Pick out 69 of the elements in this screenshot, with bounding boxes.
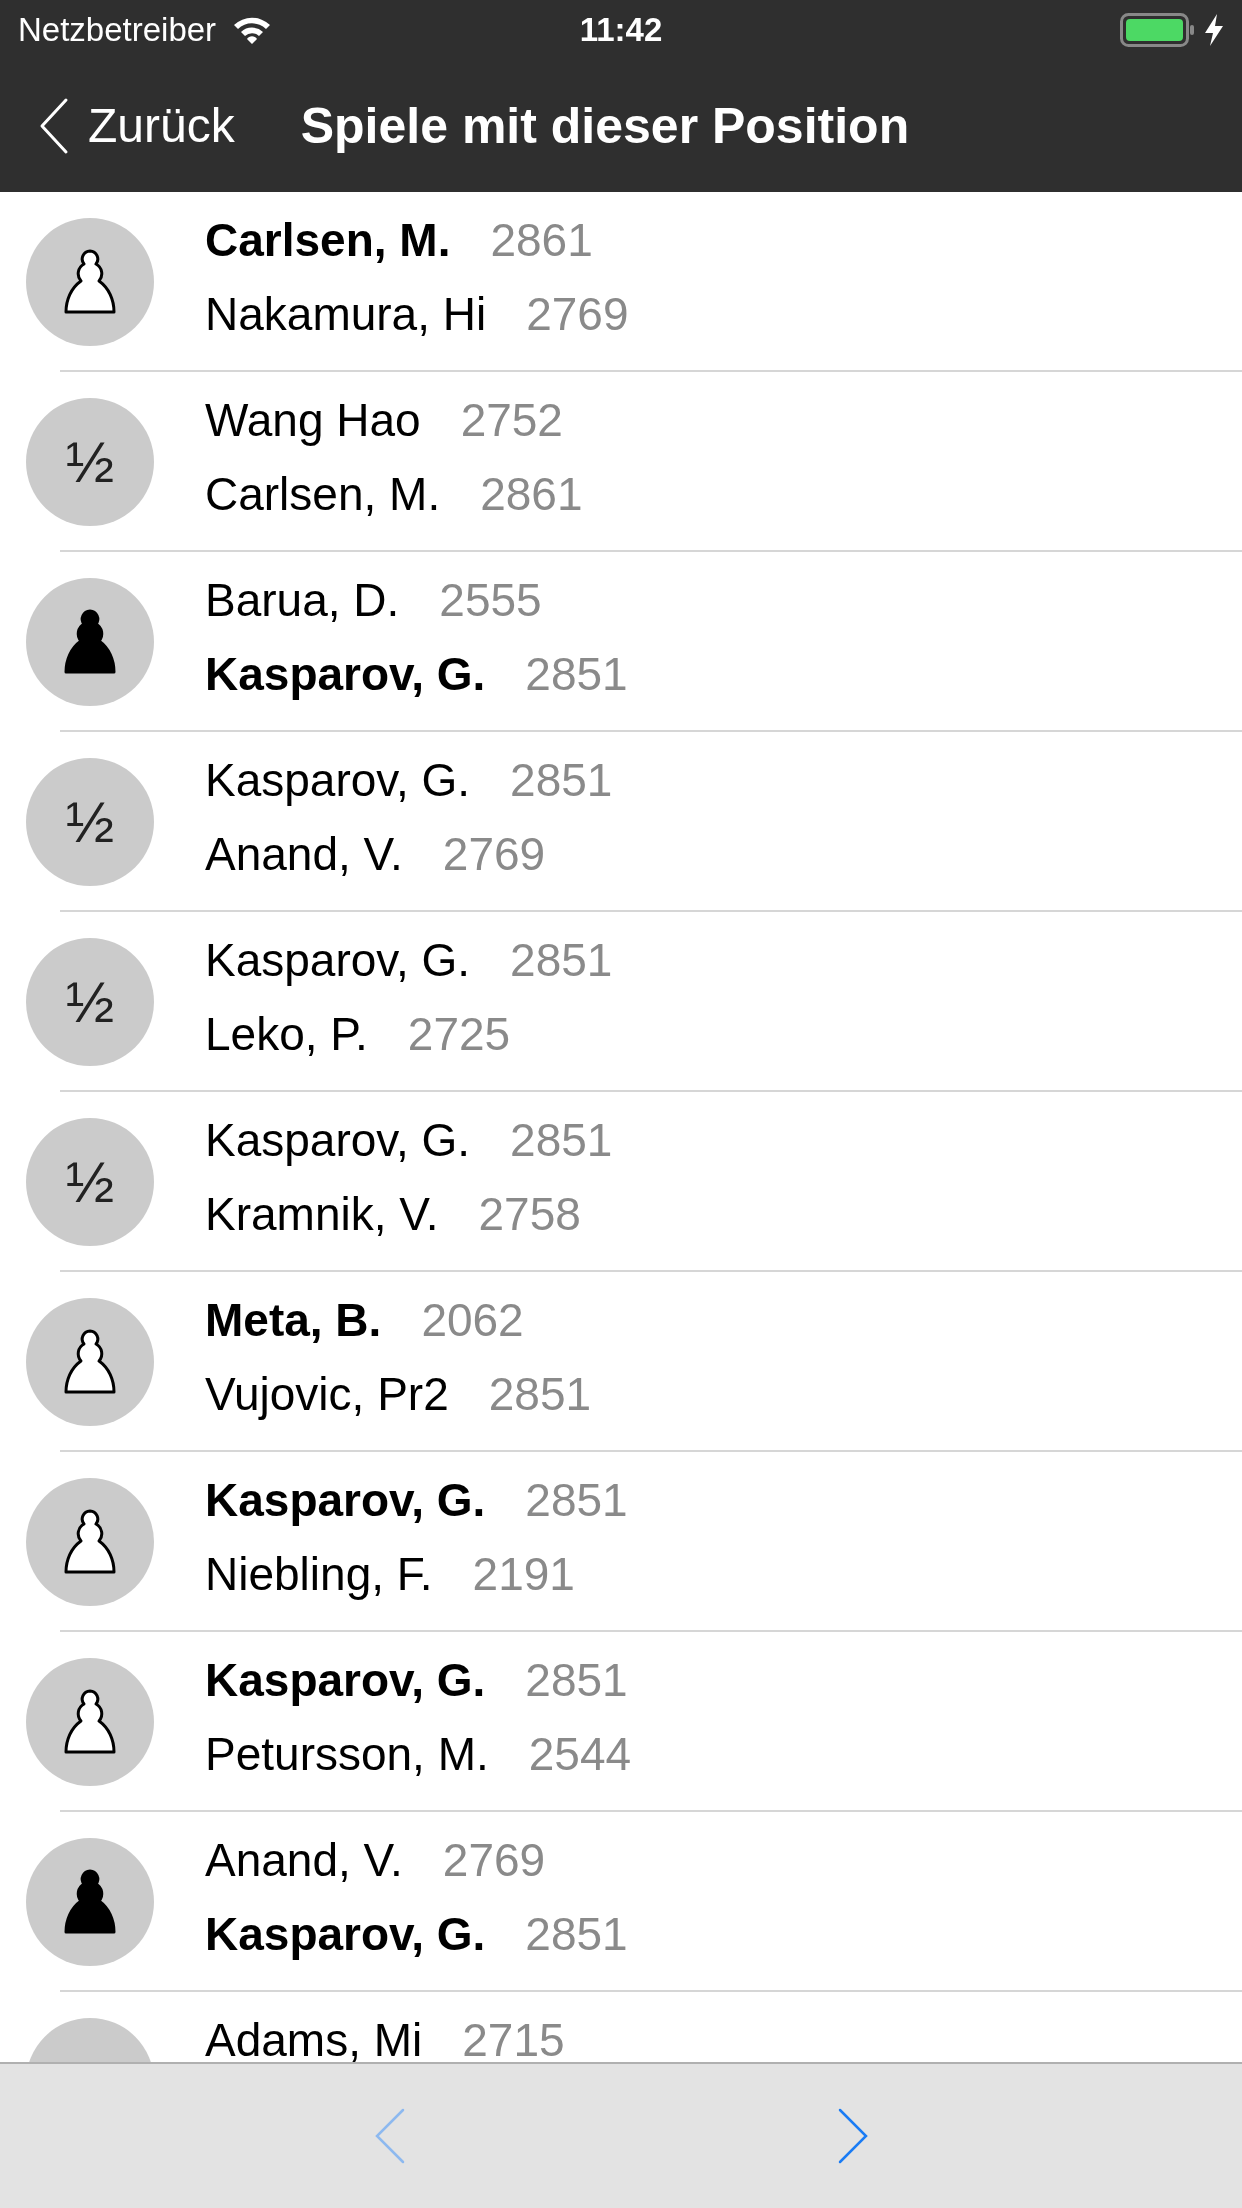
pawn-icon [62,1688,118,1756]
player-name: Meta, B. [205,1294,382,1346]
player-name: Vujovic, Pr2 [205,1368,449,1420]
game-row[interactable]: ½ Kasparov, G. 2851 Leko, P. 2725 [0,912,1242,1092]
player-rating: 2715 [462,2014,565,2062]
pawn-icon [62,608,118,676]
player-rating: 2851 [510,1114,613,1166]
player-name: Anand, V. [205,828,403,880]
player-rating: 2769 [526,288,629,340]
player-rating: 2851 [525,1474,628,1526]
player-rating: 2769 [442,1834,546,1886]
game-row[interactable]: Meta, B. 2062 Vujovic, Pr2 2851 [0,1272,1242,1452]
player-rating: 2851 [510,754,613,806]
player-name: Anand, V. [205,1834,403,1886]
player-rating: 2861 [490,214,593,266]
carrier-name: Netzbetreiber [18,10,217,51]
player-name: Adams, Mi [205,2014,423,2062]
pawn-icon [62,1328,118,1396]
player-name: Niebling, F. [205,1548,433,1600]
clock: 11:42 [579,10,663,51]
player-rating: 2851 [510,934,613,986]
player-name: Kasparov, G. [205,648,486,700]
player-rating: 2752 [460,394,563,446]
player-name: Barua, D. [205,574,400,626]
game-row[interactable]: Barua, D. 2555 Kasparov, G. 2851 [0,552,1242,732]
player-name: Leko, P. [205,1008,368,1060]
player-name: Kramnik, V. [205,1188,439,1240]
pawn-icon [62,1868,118,1936]
pawn-icon [62,1508,118,1576]
player-rating: 2851 [525,1908,628,1960]
player-rating: 2769 [442,828,546,880]
player-name: Kasparov, G. [205,1474,486,1526]
player-rating: 2758 [478,1188,581,1240]
back-button[interactable]: Zurück [0,90,235,162]
player-name: Carlsen, M. [205,214,451,266]
player-rating: 2851 [525,1654,628,1706]
player-name: Carlsen, M. [205,468,441,520]
game-row[interactable]: ½ Kasparov, G. 2851 Kramnik, V. 2758 [0,1092,1242,1272]
battery-icon [1120,13,1196,47]
player-rating: 2725 [407,1008,511,1060]
page-title: Spiele mit dieser Position [300,96,910,156]
chevron-left-icon [374,2108,407,2164]
player-name: Kasparov, G. [205,934,471,986]
pawn-icon [62,248,118,316]
player-name: Kasparov, G. [205,754,471,806]
game-row[interactable]: Kasparov, G. 2851 Niebling, F. 2191 [0,1452,1242,1632]
game-row[interactable]: ½ Kasparov, G. 2851 Anand, V. 2769 [0,732,1242,912]
player-rating: 2191 [472,1548,575,1600]
draw-symbol: ½ [65,1153,115,1211]
draw-symbol: ½ [65,793,115,851]
player-name: Kasparov, G. [205,1908,486,1960]
game-row[interactable]: Kasparov, G. 2851 Petursson, M. 2544 [0,1632,1242,1812]
player-rating: 2851 [525,648,628,700]
wifi-icon [232,15,273,45]
draw-symbol: ½ [65,973,115,1031]
draw-symbol: ½ [65,433,115,491]
player-name: Kasparov, G. [205,1654,486,1706]
player-name: Petursson, M. [205,1728,489,1780]
player-name: Nakamura, Hi [205,288,487,340]
player-name: Wang Hao [205,394,421,446]
player-rating: 2861 [480,468,583,520]
player-rating: 2851 [488,1368,592,1420]
player-rating: 2555 [439,574,542,626]
game-row[interactable]: Carlsen, M. 2861 Nakamura, Hi 2769 [0,192,1242,372]
player-rating: 2544 [528,1728,632,1780]
game-row[interactable]: Anand, V. 2769 Kasparov, G. 2851 [0,1812,1242,1992]
player-rating: 2062 [421,1294,524,1346]
game-row[interactable]: ½ Wang Hao 2752 Carlsen, M. 2861 [0,372,1242,552]
player-name: Kasparov, G. [205,1114,471,1166]
